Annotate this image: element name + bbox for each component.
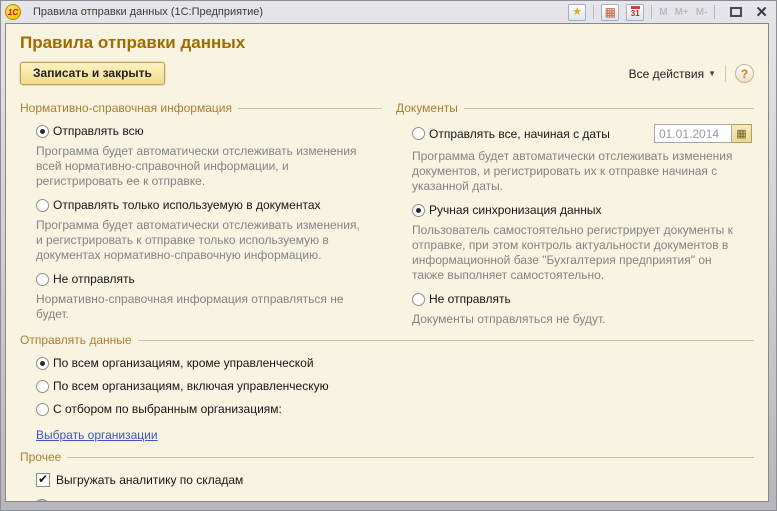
radio-label: Отправлять все, начиная с даты	[429, 127, 610, 141]
calendar-button[interactable]: 31	[626, 4, 644, 21]
radio-icon	[412, 204, 425, 217]
all-actions-button[interactable]: Все действия	[629, 67, 704, 81]
radio-label: По всем организациям, кроме управленческ…	[53, 356, 314, 370]
group-rule	[138, 340, 754, 341]
toolbar-separator	[725, 65, 726, 82]
info-icon: i	[34, 499, 50, 502]
titlebar-separator	[651, 5, 652, 19]
calendar-icon: 31	[631, 6, 640, 18]
group-caption-send-data: Отправлять данные	[20, 333, 754, 347]
memory-m-button[interactable]: M	[659, 7, 667, 18]
group-title: Отправлять данные	[20, 333, 132, 347]
info-note: i Ограничить изменение данных можно с по…	[34, 499, 754, 502]
option-description: Документы отправляться не будут.	[412, 312, 738, 327]
titlebar: 1С Правила отправки данных (1С:Предприят…	[1, 1, 776, 23]
group-caption-documents: Документы	[396, 101, 754, 115]
maximize-button[interactable]	[730, 7, 742, 17]
group-rule	[67, 457, 754, 458]
radio-option-send-used-nsi[interactable]: Отправлять только используемую в докумен…	[36, 198, 382, 212]
group-caption-other: Прочее	[20, 450, 754, 464]
calendar-grid-icon: ▦	[736, 127, 746, 140]
app-window: 1С Правила отправки данных (1С:Предприят…	[0, 0, 777, 511]
radio-option-send-from-date[interactable]: Отправлять все, начиная с даты ▦	[412, 124, 754, 143]
radio-icon	[36, 273, 49, 286]
radio-icon	[36, 125, 49, 138]
radio-option-no-send-documents[interactable]: Не отправлять	[412, 292, 754, 306]
window-title: Правила отправки данных (1С:Предприятие)	[33, 6, 263, 18]
group-title: Нормативно-справочная информация	[20, 101, 232, 115]
memory-mplus-button[interactable]: M+	[675, 7, 689, 18]
help-button[interactable]: ?	[735, 64, 754, 83]
radio-icon	[412, 127, 425, 140]
save-and-close-button[interactable]: Записать и закрыть	[20, 62, 165, 85]
option-description: Пользователь самостоятельно регистрирует…	[412, 223, 738, 283]
group-documents: Документы Отправлять все, начиная с даты…	[396, 95, 754, 327]
group-other: Прочее Выгружать аналитику по складам i …	[20, 450, 754, 502]
radio-icon	[36, 357, 49, 370]
group-rule	[238, 108, 382, 109]
radio-label: По всем организациям, включая управленче…	[53, 379, 329, 393]
choose-organizations-link[interactable]: Выбрать организации	[36, 428, 158, 442]
group-send-data: Отправлять данные По всем организациям, …	[20, 333, 754, 444]
1c-logo-icon: 1С	[5, 4, 21, 20]
form-content: Правила отправки данных Записать и закры…	[5, 23, 769, 502]
radio-label: Отправлять только используемую в докумен…	[53, 198, 321, 212]
checkbox-icon	[36, 473, 50, 487]
radio-option-all-orgs-including-managerial[interactable]: По всем организациям, включая управленче…	[36, 379, 754, 393]
memory-mminus-button[interactable]: M-	[696, 7, 708, 18]
radio-option-selected-orgs[interactable]: С отбором по выбранным организациям:	[36, 402, 754, 416]
start-date-field: ▦	[654, 124, 752, 143]
group-nsi: Нормативно-справочная информация Отправл…	[20, 95, 382, 327]
option-description: Нормативно-справочная информация отправл…	[36, 292, 366, 322]
radio-label: Отправлять всю	[53, 124, 144, 138]
favorites-button[interactable]: ★	[568, 4, 586, 21]
titlebar-separator	[593, 5, 594, 19]
radio-icon	[412, 293, 425, 306]
close-button[interactable]: ✕	[755, 5, 768, 20]
radio-label: Не отправлять	[429, 292, 511, 306]
star-icon: ★	[572, 7, 582, 18]
date-picker-button[interactable]: ▦	[732, 124, 752, 143]
group-rule	[464, 108, 754, 109]
group-caption-nsi: Нормативно-справочная информация	[20, 101, 382, 115]
titlebar-separator	[714, 5, 715, 19]
radio-icon	[36, 403, 49, 416]
radio-label: Ручная синхронизация данных	[429, 203, 602, 217]
option-description: Программа будет автоматически отслеживат…	[412, 149, 738, 194]
radio-option-send-all-nsi[interactable]: Отправлять всю	[36, 124, 382, 138]
radio-option-all-orgs-except-managerial[interactable]: По всем организациям, кроме управленческ…	[36, 356, 754, 370]
group-title: Документы	[396, 101, 458, 115]
toolbar: Записать и закрыть Все действия ▼ ?	[20, 62, 754, 85]
calculator-button[interactable]: ▦	[601, 4, 619, 21]
radio-label: С отбором по выбранным организациям:	[53, 402, 282, 416]
chevron-down-icon: ▼	[708, 69, 716, 78]
option-description: Программа будет автоматически отслеживат…	[36, 218, 366, 263]
checkbox-label: Выгружать аналитику по складам	[56, 473, 243, 487]
radio-label: Не отправлять	[53, 272, 135, 286]
option-description: Программа будет автоматически отслеживат…	[36, 144, 366, 189]
info-text: Ограничить изменение данных можно с помо…	[58, 500, 571, 502]
radio-icon	[36, 380, 49, 393]
group-title: Прочее	[20, 450, 61, 464]
page-title: Правила отправки данных	[20, 33, 768, 53]
checkbox-export-warehouse-analytics[interactable]: Выгружать аналитику по складам	[36, 473, 754, 487]
radio-icon	[36, 199, 49, 212]
radio-option-manual-sync[interactable]: Ручная синхронизация данных	[412, 203, 754, 217]
start-date-input[interactable]	[654, 124, 732, 143]
calculator-icon: ▦	[605, 6, 616, 18]
radio-option-no-send-nsi[interactable]: Не отправлять	[36, 272, 382, 286]
